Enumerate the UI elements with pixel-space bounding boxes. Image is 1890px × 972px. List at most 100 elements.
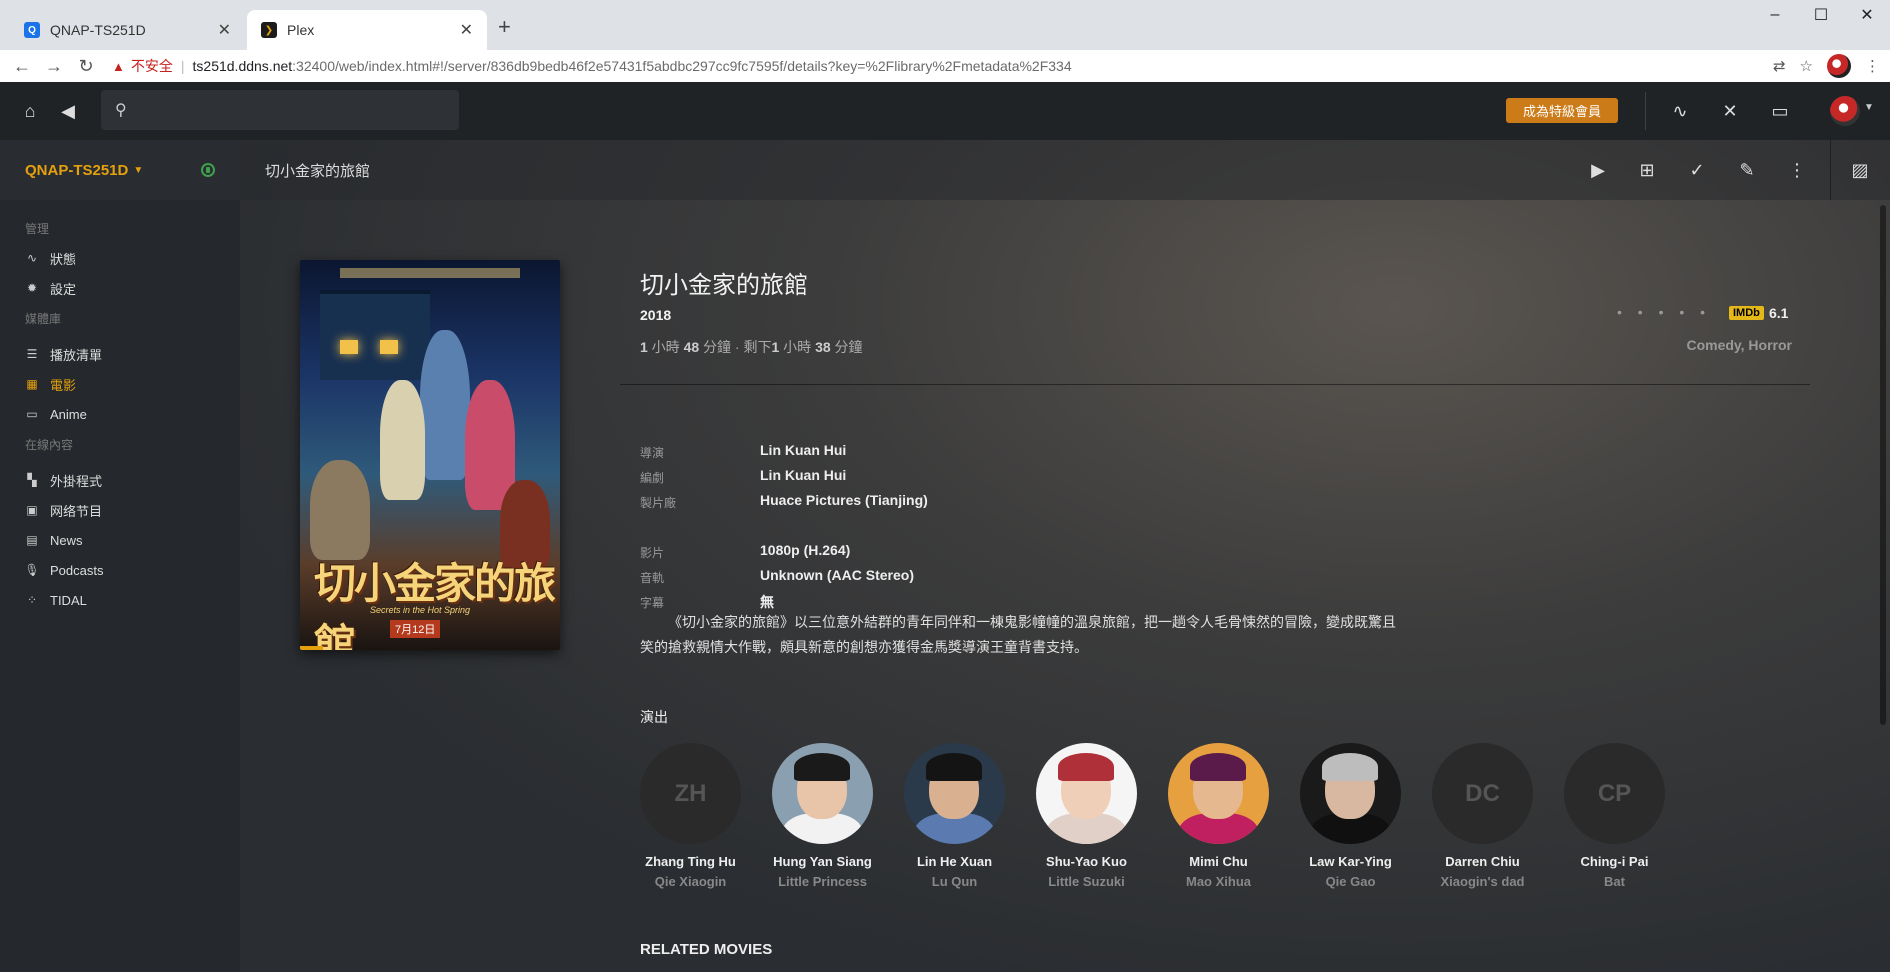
cast-name: Mimi Chu	[1189, 854, 1248, 869]
search-box[interactable]: ⚲	[101, 90, 459, 130]
movie-duration: 1 小時 48 分鐘 · 剩下1 小時 38 分鐘	[640, 337, 863, 357]
duration-part: 分鐘	[830, 339, 863, 355]
cast-member[interactable]: Shu-Yao Kuo Little Suzuki	[1036, 743, 1137, 889]
premium-button[interactable]: 成為特級會員	[1506, 98, 1618, 123]
detail-label-studio: 製片廠	[640, 496, 677, 510]
add-to-playlist-icon[interactable]: ⊞	[1627, 150, 1667, 190]
maximize-icon[interactable]: ☐	[1798, 0, 1844, 30]
translate-icon[interactable]: ⇄	[1773, 57, 1786, 75]
tools-icon[interactable]: ✕	[1710, 91, 1750, 131]
sidebar: QNAP-TS251D ▼ 管理 ∿ 狀態 ✹ 設定 媒體庫 ☰ 播放清單 ▦ 電影 ▭…	[0, 140, 240, 972]
cast-photo	[904, 743, 1005, 844]
more-vertical-icon[interactable]: ⋮	[1865, 57, 1880, 75]
cast-member[interactable]: Law Kar-Ying Qie Gao	[1300, 743, 1401, 889]
detail-label-director: 導演	[640, 446, 665, 460]
cast-heading: 演出	[640, 709, 668, 725]
cast-member[interactable]: ZH Zhang Ting Hu Qie Xiaogin	[640, 743, 741, 889]
cast-icon[interactable]: ▭	[1760, 91, 1800, 131]
chevron-down-icon[interactable]: ▼	[133, 165, 143, 176]
close-icon[interactable]: ✕	[460, 20, 473, 40]
sidebar-item-settings[interactable]: ✹ 設定	[0, 273, 240, 303]
detail-label-video: 影片	[640, 546, 665, 560]
sidebar-item-news[interactable]: ▤ News	[0, 525, 240, 555]
back-arrow-icon[interactable]: ◀	[48, 91, 88, 131]
scrollbar[interactable]	[1880, 205, 1886, 725]
sidebar-item-label: Anime	[50, 406, 87, 422]
server-name[interactable]: QNAP-TS251D	[25, 162, 128, 179]
edit-pencil-icon[interactable]: ✎	[1727, 150, 1767, 190]
poster-subtitle: Secrets in the Hot Spring	[370, 605, 471, 615]
cast-member[interactable]: Hung Yan Siang Little Princess	[772, 743, 873, 889]
detail-value-audio[interactable]: Unknown (AAC Stereo)	[760, 567, 914, 583]
browser-tab-plex[interactable]: ❯ Plex ✕	[247, 10, 487, 50]
related-movies-heading: RELATED MOVIES	[640, 941, 773, 958]
duration-part: 38	[815, 339, 831, 355]
activity-icon: ∿	[26, 251, 38, 265]
user-rating-stars[interactable]: • • • • •	[1617, 304, 1711, 320]
star-icon[interactable]: ☆	[1800, 57, 1813, 75]
activity-icon[interactable]: ∿	[1660, 91, 1700, 131]
sidebar-item-label: 設定	[50, 281, 77, 297]
page-title: 切小金家的旅館	[265, 162, 371, 180]
forward-arrow-icon[interactable]: →	[38, 50, 70, 82]
poster-house	[320, 290, 430, 380]
toolbar-divider	[1830, 140, 1831, 200]
poster-window	[340, 340, 358, 354]
sidebar-item-tidal[interactable]: ⁘ TIDAL	[0, 585, 240, 615]
duration-part: 小時	[647, 339, 684, 355]
movie-poster[interactable]: 切小金家的旅館 Secrets in the Hot Spring 7月12日	[300, 260, 560, 650]
detail-value-studio[interactable]: Huace Pictures (Tianjing)	[760, 492, 928, 508]
sidebar-item-playlists[interactable]: ☰ 播放清單	[0, 339, 240, 369]
sidebar-item-webshows[interactable]: ▣ 网络节目	[0, 495, 240, 525]
cast-photo: ZH	[640, 743, 741, 844]
cast-photo-hair	[1190, 753, 1246, 781]
url-host: ts251d.ddns.net	[192, 58, 293, 74]
imdb-score: 6.1	[1769, 305, 1789, 321]
grid-icon: ▚	[27, 473, 37, 487]
home-icon[interactable]: ⌂	[10, 91, 50, 131]
reload-icon[interactable]: ↻	[70, 50, 102, 82]
sidebar-item-status[interactable]: ∿ 狀態	[0, 243, 240, 273]
close-icon[interactable]: ✕	[218, 20, 231, 40]
close-window-icon[interactable]: ✕	[1844, 0, 1890, 30]
cast-member[interactable]: Lin He Xuan Lu Qun	[904, 743, 1005, 889]
server-selector[interactable]: QNAP-TS251D ▼	[0, 140, 240, 200]
sidebar-item-plugins[interactable]: ▚ 外掛程式	[0, 465, 240, 495]
detail-label-audio: 音軌	[640, 571, 665, 585]
search-input[interactable]	[138, 102, 439, 118]
detail-value-subtitles[interactable]: 無	[760, 592, 774, 612]
cast-member[interactable]: Mimi Chu Mao Xihua	[1168, 743, 1269, 889]
more-vertical-icon[interactable]: ⋮	[1777, 150, 1817, 190]
sidebar-item-label: TIDAL	[50, 592, 87, 608]
browser-tab-qnap[interactable]: Q QNAP-TS251D ✕	[10, 10, 245, 50]
play-icon[interactable]: ▶	[1578, 150, 1618, 190]
minimize-icon[interactable]: –	[1752, 0, 1798, 30]
mark-watched-icon[interactable]: ✓	[1677, 150, 1717, 190]
profile-avatar[interactable]	[1827, 54, 1851, 78]
new-tab-button[interactable]: +	[498, 14, 511, 40]
image-icon[interactable]: ▨	[1840, 150, 1880, 190]
cast-role: Qie Xiaogin	[654, 874, 727, 889]
cast-member[interactable]: DC Darren Chiu Xiaogin's dad	[1432, 743, 1533, 889]
cast-name: Lin He Xuan	[916, 854, 993, 869]
sidebar-item-podcasts[interactable]: 🎙 Podcasts	[0, 555, 240, 585]
back-arrow-icon[interactable]: ←	[6, 50, 38, 82]
cast-photo-hair	[794, 753, 850, 781]
detail-value-writer[interactable]: Lin Kuan Hui	[760, 467, 846, 483]
poster-window	[380, 340, 398, 354]
detail-value-director[interactable]: Lin Kuan Hui	[760, 442, 846, 458]
chevron-down-icon[interactable]: ▼	[1864, 102, 1874, 113]
sidebar-item-anime[interactable]: ▭ Anime	[0, 399, 240, 429]
section-heading-library: 媒體庫	[25, 311, 62, 326]
sidebar-item-label: 狀態	[50, 251, 77, 267]
insecure-label[interactable]: 不安全	[131, 56, 173, 76]
sidebar-item-movies[interactable]: ▦ 電影	[0, 369, 240, 399]
sidebar-item-label: Podcasts	[50, 562, 104, 578]
user-avatar[interactable]	[1830, 96, 1860, 126]
url-field[interactable]: ▲ 不安全 | ts251d.ddns.net :32400/web/index…	[112, 50, 1072, 82]
cast-member[interactable]: CP Ching-i Pai Bat	[1564, 743, 1665, 889]
movie-genres: Comedy, Horror	[1686, 337, 1792, 353]
detail-value-video[interactable]: 1080p (H.264)	[760, 542, 850, 558]
browser-tab-bar: Q QNAP-TS251D ✕ ❯ Plex ✕ + – ☐ ✕	[0, 0, 1890, 50]
cast-photo-hair	[1058, 753, 1114, 781]
